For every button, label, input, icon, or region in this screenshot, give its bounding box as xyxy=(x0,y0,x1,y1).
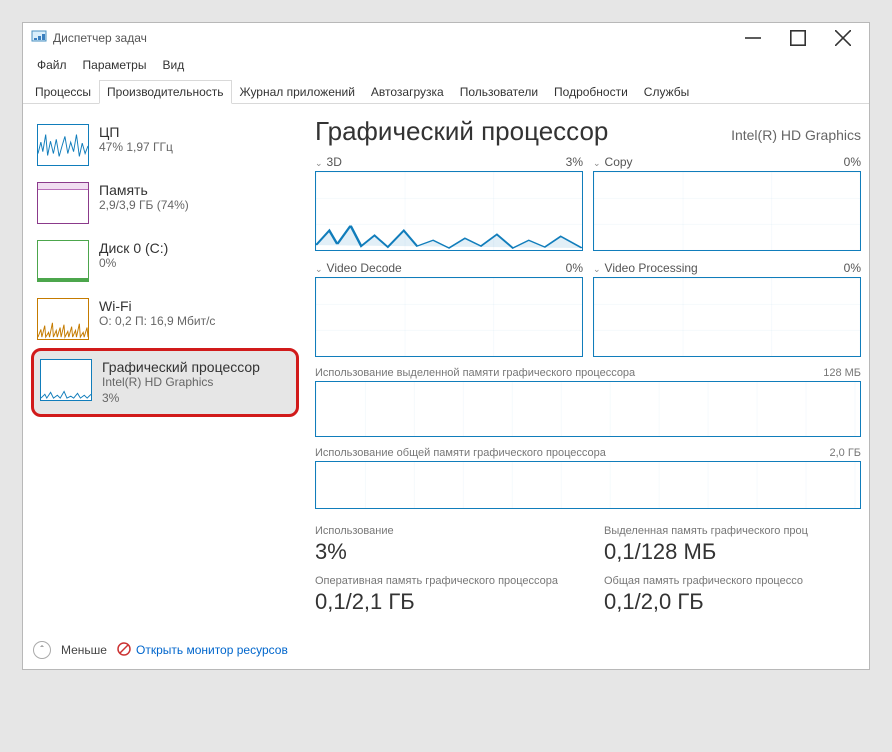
tab-startup[interactable]: Автозагрузка xyxy=(363,80,452,104)
wifi-sub: О: 0,2 П: 16,9 Мбит/с xyxy=(99,314,215,330)
panel-copy-value: 0% xyxy=(844,155,861,169)
chart-processing xyxy=(593,277,861,357)
body-area: ЦП 47% 1,97 ГГц Память 2,9/3,9 ГБ (74%) … xyxy=(23,104,869,633)
disk-sub: 0% xyxy=(99,256,168,272)
gpu-sub1: Intel(R) HD Graphics xyxy=(102,375,260,391)
panel-decode[interactable]: ⌄ Video Decode 0% xyxy=(315,261,583,357)
tab-app-history[interactable]: Журнал приложений xyxy=(232,80,363,104)
stat-usage-label: Использование xyxy=(315,525,572,537)
panel-decode-label: Video Decode xyxy=(327,261,402,275)
stat-dedicated-value: 0,1/128 МБ xyxy=(604,539,861,565)
tab-users[interactable]: Пользователи xyxy=(452,80,546,104)
stat-ram-value: 0,1/2,1 ГБ xyxy=(315,589,572,615)
device-name: Intel(R) HD Graphics xyxy=(731,127,861,143)
fewer-details-button[interactable]: ˆ xyxy=(33,641,51,659)
panel-3d[interactable]: ⌄ 3D 3% xyxy=(315,155,583,251)
disk-title: Диск 0 (C:) xyxy=(99,240,168,256)
panel-copy[interactable]: ⌄ Copy 0% xyxy=(593,155,861,251)
dedicated-label: Использование выделенной памяти графичес… xyxy=(315,367,635,379)
memory-sub: 2,9/3,9 ГБ (74%) xyxy=(99,198,189,214)
titlebar: Диспетчер задач xyxy=(23,23,869,53)
menu-view[interactable]: Вид xyxy=(154,55,192,75)
close-button[interactable] xyxy=(820,23,865,53)
memory-thumb xyxy=(37,182,89,224)
window-title: Диспетчер задач xyxy=(53,31,730,45)
sidebar-item-cpu[interactable]: ЦП 47% 1,97 ГГц xyxy=(31,116,299,174)
gpu-sub2: 3% xyxy=(102,391,260,407)
disk-thumb xyxy=(37,240,89,282)
sidebar: ЦП 47% 1,97 ГГц Память 2,9/3,9 ГБ (74%) … xyxy=(31,116,299,625)
maximize-button[interactable] xyxy=(775,23,820,53)
cpu-thumb xyxy=(37,124,89,166)
wifi-title: Wi-Fi xyxy=(99,298,215,314)
memory-title: Память xyxy=(99,182,189,198)
gpu-title: Графический процессор xyxy=(102,359,260,375)
gpu-thumb xyxy=(40,359,92,401)
chart-3d xyxy=(315,171,583,251)
main-header: Графический процессор Intel(R) HD Graphi… xyxy=(315,116,861,147)
dedicated-value: 128 МБ xyxy=(823,367,861,379)
window-controls xyxy=(730,23,865,53)
task-manager-window: Диспетчер задач Файл Параметры Вид Проце… xyxy=(22,22,870,670)
tab-details[interactable]: Подробности xyxy=(546,80,636,104)
tab-processes[interactable]: Процессы xyxy=(27,80,99,104)
panel-3d-label: 3D xyxy=(327,155,342,169)
shared-value: 2,0 ГБ xyxy=(829,447,861,459)
chevron-down-icon: ⌄ xyxy=(593,158,601,168)
tab-performance[interactable]: Производительность xyxy=(99,80,231,104)
sidebar-item-wifi[interactable]: Wi-Fi О: 0,2 П: 16,9 Мбит/с xyxy=(31,290,299,348)
chevron-down-icon: ⌄ xyxy=(315,158,323,168)
shared-section: Использование общей памяти графического … xyxy=(315,447,861,509)
sidebar-item-memory[interactable]: Память 2,9/3,9 ГБ (74%) xyxy=(31,174,299,232)
chevron-down-icon: ⌄ xyxy=(593,264,601,274)
tab-services[interactable]: Службы xyxy=(636,80,697,104)
sidebar-item-disk[interactable]: Диск 0 (C:) 0% xyxy=(31,232,299,290)
main-panel: Графический процессор Intel(R) HD Graphi… xyxy=(315,116,861,625)
panel-3d-value: 3% xyxy=(566,155,583,169)
cpu-sub: 47% 1,97 ГГц xyxy=(99,140,173,156)
wifi-thumb xyxy=(37,298,89,340)
chart-decode xyxy=(315,277,583,357)
app-icon xyxy=(31,29,47,48)
fewer-details-label[interactable]: Меньше xyxy=(61,643,107,657)
cpu-title: ЦП xyxy=(99,124,173,140)
resource-monitor-link[interactable]: Открыть монитор ресурсов xyxy=(117,642,288,659)
resource-monitor-icon xyxy=(117,642,131,659)
panel-processing-value: 0% xyxy=(844,261,861,275)
stat-ram-label: Оперативная память графического процессо… xyxy=(315,575,572,587)
stat-dedicated-label: Выделенная память графического проц xyxy=(604,525,861,537)
chevron-up-icon: ˆ xyxy=(40,645,43,656)
panel-copy-label: Copy xyxy=(605,155,633,169)
shared-label: Использование общей памяти графического … xyxy=(315,447,606,459)
panel-processing-label: Video Processing xyxy=(605,261,698,275)
stat-usage-value: 3% xyxy=(315,539,572,565)
page-title: Графический процессор xyxy=(315,116,608,147)
minimize-button[interactable] xyxy=(730,23,775,53)
panel-decode-value: 0% xyxy=(566,261,583,275)
menu-file[interactable]: Файл xyxy=(29,55,75,75)
chart-copy xyxy=(593,171,861,251)
resource-monitor-label: Открыть монитор ресурсов xyxy=(136,643,288,657)
stat-shared-value: 0,1/2,0 ГБ xyxy=(604,589,861,615)
footer: ˆ Меньше Открыть монитор ресурсов xyxy=(23,633,869,669)
panel-row-1: ⌄ 3D 3% ⌄ Copy 0% xyxy=(315,155,861,251)
stats: Использование 3% Оперативная память граф… xyxy=(315,525,861,625)
sidebar-item-gpu[interactable]: Графический процессор Intel(R) HD Graphi… xyxy=(31,348,299,417)
chart-shared xyxy=(315,461,861,509)
panel-processing[interactable]: ⌄ Video Processing 0% xyxy=(593,261,861,357)
chevron-down-icon: ⌄ xyxy=(315,264,323,274)
menu-options[interactable]: Параметры xyxy=(75,55,155,75)
menubar: Файл Параметры Вид xyxy=(23,53,869,77)
tabstrip: Процессы Производительность Журнал прило… xyxy=(23,79,869,104)
panel-row-2: ⌄ Video Decode 0% ⌄ Video Processing 0% xyxy=(315,261,861,357)
dedicated-section: Использование выделенной памяти графичес… xyxy=(315,367,861,437)
chart-dedicated xyxy=(315,381,861,437)
stat-shared-label: Общая память графического процессо xyxy=(604,575,861,587)
